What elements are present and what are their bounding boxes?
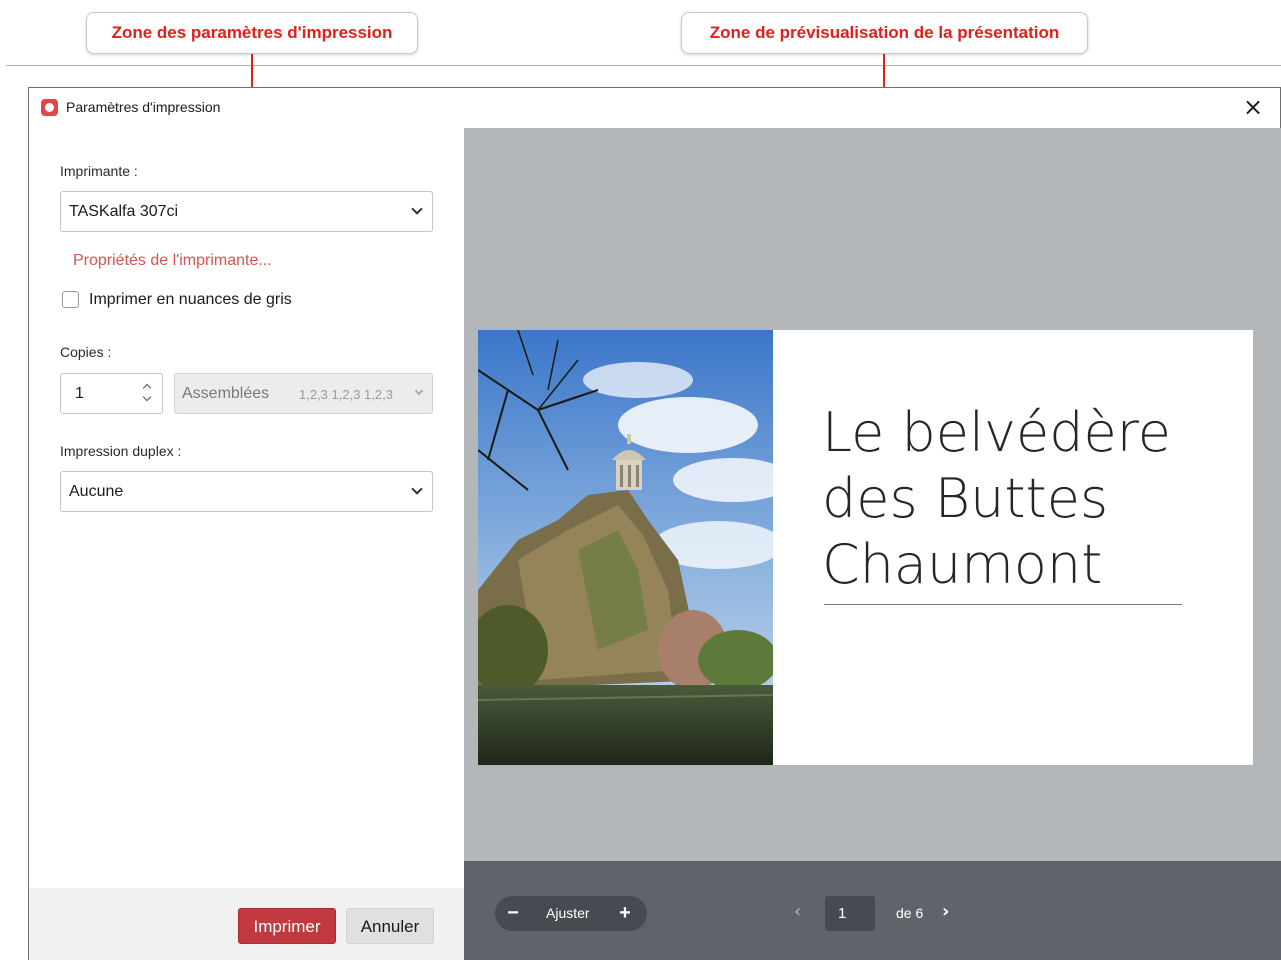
page-number-input[interactable]: 1	[825, 896, 875, 931]
close-button[interactable]: ×	[1240, 94, 1266, 120]
printer-select[interactable]: TASKalfa 307ci	[60, 191, 433, 232]
close-icon: ×	[1242, 93, 1264, 121]
slide-title: Le belvédère des Buttes Chaumont	[822, 400, 1171, 598]
print-settings-dialog: Paramètres d'impression × Imprimante : T…	[28, 87, 1281, 960]
duplex-value: Aucune	[69, 483, 124, 500]
printer-properties-link[interactable]: Propriétés de l'imprimante...	[73, 252, 272, 270]
page-total: de 6	[896, 905, 924, 921]
print-button[interactable]: Imprimer	[238, 908, 336, 944]
zoom-fit-button[interactable]: Ajuster	[546, 905, 590, 921]
collate-sequence: 1,2,3 1,2,3 1,2,3	[299, 387, 393, 402]
app-icon	[41, 99, 58, 116]
preview-toolbar: − Ajuster + ‹ 1 de 6 ›	[464, 861, 1281, 960]
zoom-out-button[interactable]: −	[503, 900, 523, 926]
cancel-button[interactable]: Annuler	[346, 908, 434, 944]
stepper-up-icon[interactable]	[142, 383, 152, 393]
copies-label: Copies :	[60, 344, 112, 360]
annotation-settings-zone: Zone des paramètres d'impression	[86, 12, 418, 54]
chevron-down-icon	[411, 483, 423, 495]
stepper-down-icon[interactable]	[142, 392, 152, 402]
previous-page-button[interactable]: ‹	[794, 901, 801, 922]
title-bar: Paramètres d'impression ×	[29, 88, 1280, 128]
collate-value: Assemblées	[182, 385, 270, 402]
presentation-preview: Le belvédère des Buttes Chaumont	[464, 128, 1281, 861]
slide-title-line: des Buttes	[822, 467, 1109, 530]
dialog-title: Paramètres d'impression	[66, 99, 221, 115]
duplex-select[interactable]: Aucune	[60, 471, 433, 512]
printer-label: Imprimante :	[60, 163, 138, 179]
action-bar: Imprimer Annuler	[29, 888, 464, 960]
chevron-right-icon: ›	[942, 901, 950, 922]
grayscale-label[interactable]: Imprimer en nuances de gris	[89, 291, 292, 309]
zoom-control: − Ajuster +	[495, 896, 647, 931]
annotation-preview-zone: Zone de prévisualisation de la présentat…	[681, 12, 1088, 54]
slide-divider	[824, 604, 1182, 605]
copies-value: 1	[75, 385, 84, 402]
chevron-left-icon: ‹	[794, 901, 802, 922]
collate-select: Assemblées 1,2,3 1,2,3 1,2,3	[174, 373, 433, 414]
annotation-divider	[6, 65, 1281, 66]
slide-title-line: Chaumont	[822, 533, 1103, 596]
chevron-down-icon	[414, 386, 424, 396]
zoom-in-button[interactable]: +	[615, 900, 635, 926]
copies-stepper[interactable]: 1	[60, 373, 163, 414]
grayscale-checkbox[interactable]	[62, 291, 79, 308]
slide-title-line: Le belvédère	[822, 401, 1171, 464]
duplex-label: Impression duplex :	[60, 443, 182, 459]
printer-value: TASKalfa 307ci	[69, 203, 179, 220]
slide-photo	[478, 330, 773, 765]
slide-preview: Le belvédère des Buttes Chaumont	[478, 330, 1253, 765]
chevron-down-icon	[411, 203, 423, 215]
next-page-button[interactable]: ›	[942, 901, 949, 922]
print-settings-panel: Imprimante : TASKalfa 307ci Propriétés d…	[29, 128, 464, 960]
